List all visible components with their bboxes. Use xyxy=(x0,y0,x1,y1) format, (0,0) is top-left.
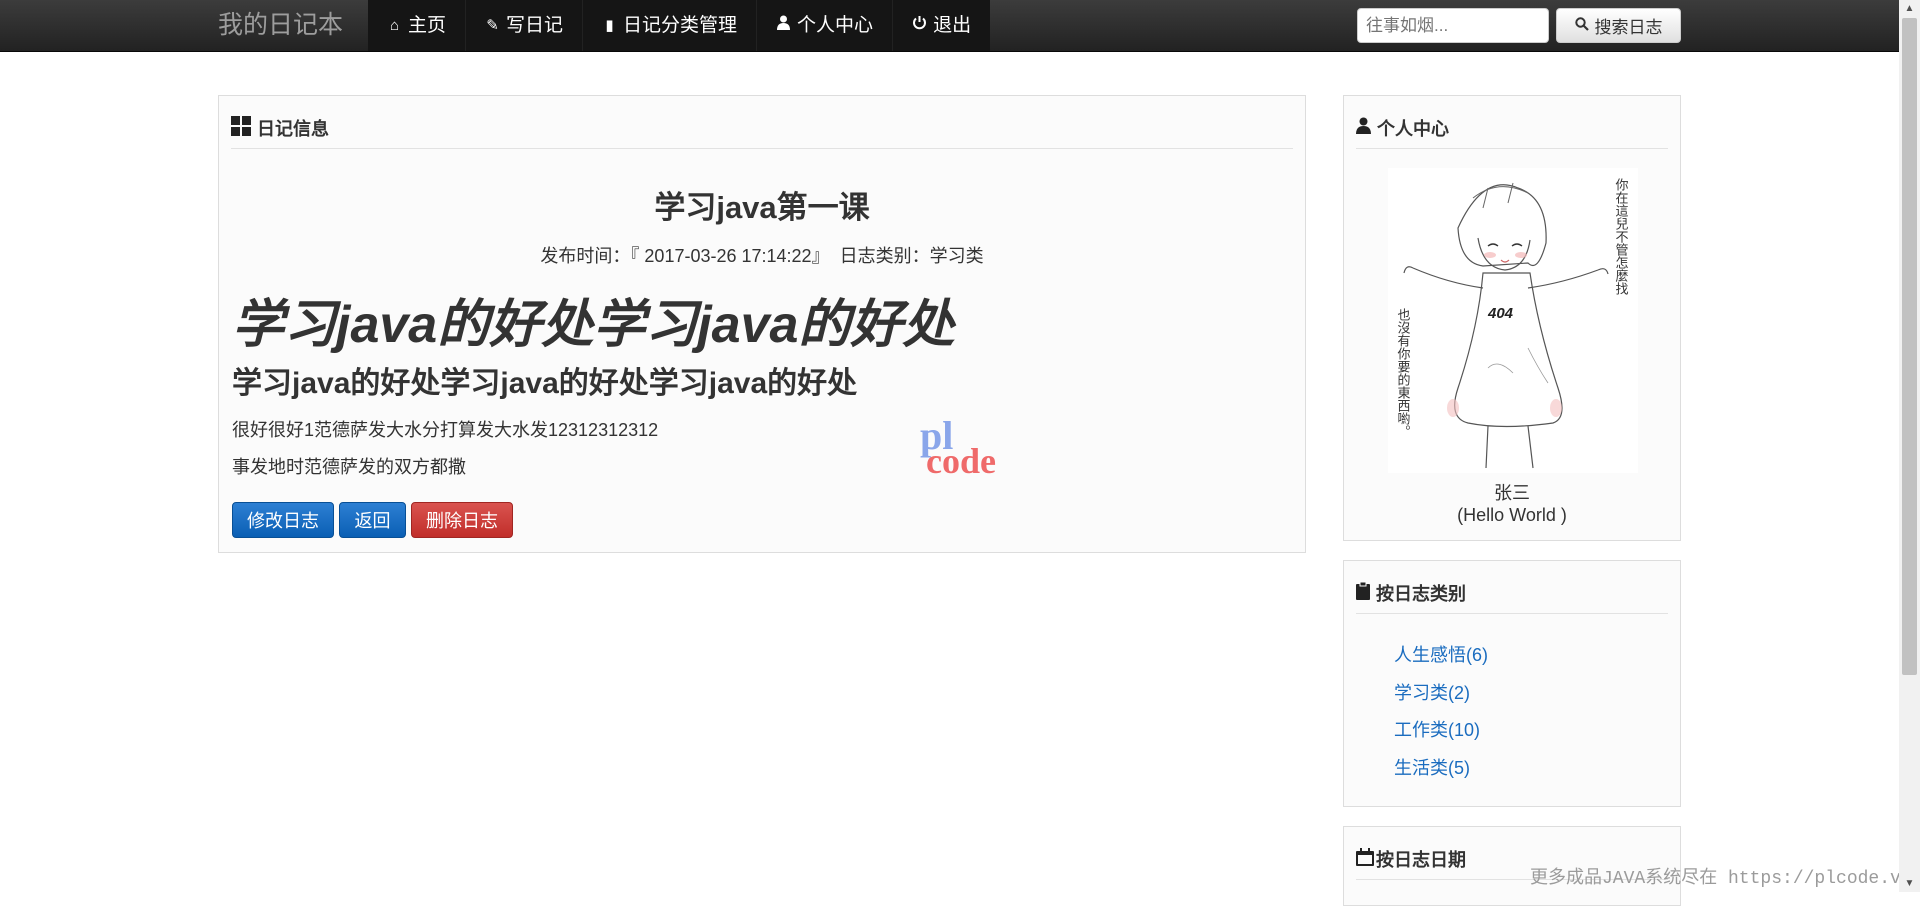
scrollbar-thumb[interactable] xyxy=(1902,18,1917,675)
panel-heading: 日记信息 xyxy=(231,108,1293,149)
page-scrollbar[interactable]: ▲ ▼ xyxy=(1899,0,1920,892)
category-panel: 按日志类别 人生感悟(6) 学习类(2) 工作类(10) 生活类(5) xyxy=(1343,560,1681,807)
nav-item-home[interactable]: ⌂ 主页 xyxy=(368,0,466,51)
panel-title: 按日志日期 xyxy=(1376,850,1466,870)
user-icon xyxy=(1356,117,1371,139)
user-motto: (Hello World ) xyxy=(1457,505,1567,525)
scroll-down-arrow-icon[interactable]: ▼ xyxy=(1899,875,1920,892)
search-icon xyxy=(1574,16,1589,36)
category-link[interactable]: 人生感悟(6) xyxy=(1394,641,1488,679)
content-heading-1: 学习java的好处学习java的好处 xyxy=(232,296,955,354)
avatar-caption-right: 你在這兒不管怎麼找 xyxy=(1613,178,1629,296)
home-icon: ⌂ xyxy=(389,17,400,34)
grid-icon xyxy=(231,115,251,141)
nav-item-label: 退出 xyxy=(933,15,972,36)
book-icon: ▮ xyxy=(605,17,614,34)
panel-title: 按日志类别 xyxy=(1376,584,1466,604)
panel-heading: 个人中心 xyxy=(1356,108,1668,149)
plcode-logo: pl code xyxy=(920,413,1020,481)
nav-item-logout[interactable]: 退出 xyxy=(892,0,991,51)
search-button[interactable]: 搜索日志 xyxy=(1556,8,1681,43)
brand-title[interactable]: 我的日记本 xyxy=(218,0,343,51)
delete-diary-button[interactable]: 删除日志 xyxy=(411,502,513,538)
search-button-label: 搜索日志 xyxy=(1594,18,1663,37)
search-input[interactable] xyxy=(1357,8,1549,43)
back-button[interactable]: 返回 xyxy=(339,502,406,538)
content-heading-2: 学习java的好处学习java的好处学习java的好处 xyxy=(232,367,858,400)
nav-item-label: 日记分类管理 xyxy=(623,15,738,36)
diary-meta: 发布时间：『 2017-03-26 17:14:22』 日志类别：学习类 xyxy=(540,246,984,266)
personal-center-panel: 个人中心 404 你在這兒不管怎麼找 也沒有你要的東西喲。 张三 (Hello … xyxy=(1343,95,1681,541)
nav-item-label: 个人中心 xyxy=(797,15,874,36)
panel-title: 个人中心 xyxy=(1377,119,1449,139)
content-paragraph: 事发地时范德萨发的双方都撒 xyxy=(232,457,466,477)
footer-watermark: 更多成品JAVA系统尽在 https://plcode.vi xyxy=(1530,869,1912,889)
logo-text-bottom: code xyxy=(926,441,996,481)
panel-heading: 按日志类别 xyxy=(1356,573,1668,614)
avatar: 404 你在這兒不管怎麼找 也沒有你要的東西喲。 xyxy=(1388,168,1638,473)
diary-title: 学习java第一课 xyxy=(654,190,870,225)
main-nav: ⌂ 主页 ✎ 写日记 ▮ 日记分类管理 个人中心 退出 xyxy=(368,0,991,51)
nav-item-personal-center[interactable]: 个人中心 xyxy=(756,0,893,51)
scroll-up-arrow-icon[interactable]: ▲ xyxy=(1899,0,1920,17)
calendar-icon xyxy=(1356,847,1374,871)
category-link[interactable]: 生活类(5) xyxy=(1394,754,1488,792)
nav-item-label: 主页 xyxy=(408,15,447,36)
avatar-badge: 404 xyxy=(1487,305,1514,322)
avatar-caption-left: 也沒有你要的東西喲。 xyxy=(1395,308,1411,438)
category-list: 人生感悟(6) 学习类(2) 工作类(10) 生活类(5) xyxy=(1394,641,1488,791)
user-icon xyxy=(776,0,791,51)
panel-title: 日记信息 xyxy=(257,119,329,139)
category-link[interactable]: 工作类(10) xyxy=(1394,716,1488,754)
clipboard-icon xyxy=(1356,581,1370,605)
category-link[interactable]: 学习类(2) xyxy=(1394,679,1488,717)
nav-item-label: 写日记 xyxy=(506,15,564,36)
nav-item-category-management[interactable]: ▮ 日记分类管理 xyxy=(582,0,757,51)
user-name: 张三 xyxy=(1494,483,1530,503)
power-icon xyxy=(912,0,927,51)
top-navbar: 我的日记本 ⌂ 主页 ✎ 写日记 ▮ 日记分类管理 个人中心 退出 往事如烟..… xyxy=(0,0,1899,52)
pencil-icon: ✎ xyxy=(486,17,499,34)
edit-diary-button[interactable]: 修改日志 xyxy=(232,502,334,538)
nav-item-write-diary[interactable]: ✎ 写日记 xyxy=(465,0,583,51)
content-paragraph: 很好很好1范德萨发大水分打算发大水发12312312312 xyxy=(232,420,659,440)
